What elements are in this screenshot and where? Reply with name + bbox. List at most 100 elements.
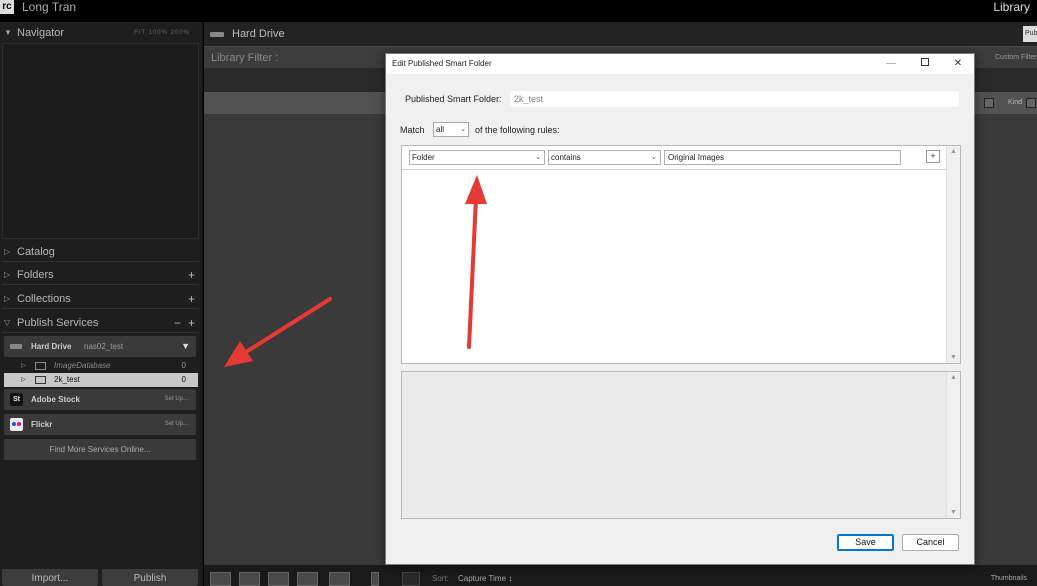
rules-preview-panel: ▲ ▼ xyxy=(401,371,961,519)
hard-drive-icon xyxy=(210,32,224,37)
flickr-service[interactable]: Flickr Set Up... xyxy=(4,414,196,435)
scroll-down-icon[interactable]: ▼ xyxy=(947,354,960,361)
setup-link[interactable]: Set Up... xyxy=(165,389,188,410)
navigator-label: Navigator xyxy=(17,27,65,39)
thumbnails-label: Thumbnails xyxy=(990,575,1027,582)
service-name: Hard Drive xyxy=(31,342,72,351)
flickr-logo-icon xyxy=(10,418,23,431)
service-name: Flickr xyxy=(31,420,53,429)
kind-label: Kind xyxy=(1007,99,1022,106)
sort-label: Sort: xyxy=(432,574,449,583)
user-name: Long Tran xyxy=(22,0,77,14)
custom-filter-dropdown[interactable]: Custom Filter xyxy=(995,47,1037,69)
people-view-icon[interactable] xyxy=(329,572,350,586)
navigator-preview xyxy=(2,43,199,239)
find-more-services-button[interactable]: Find More Services Online... xyxy=(4,439,196,460)
collapse-triangle-icon: ▷ xyxy=(4,294,11,303)
expand-triangle-icon: ▽ xyxy=(4,318,11,327)
expand-arrow-icon: ▷ xyxy=(21,363,26,369)
setup-link[interactable]: Set Up... xyxy=(165,414,188,435)
rules-scrollbar[interactable]: ▲ ▼ xyxy=(946,146,960,363)
add-collection-icon[interactable]: + xyxy=(188,289,195,309)
navigator-zoom-options[interactable]: FIT 100% 200% xyxy=(134,23,190,43)
publish-services-panel-header[interactable]: ▽ Publish Services − + xyxy=(0,313,199,333)
chevron-down-icon: ⌄ xyxy=(460,126,466,133)
rule-field-select[interactable]: Folder ⌄ xyxy=(409,150,545,165)
compare-view-icon[interactable] xyxy=(268,572,289,586)
rule-value-input[interactable]: Original Images xyxy=(664,150,901,165)
loupe-view-icon[interactable] xyxy=(239,572,260,586)
chevron-down-icon: ⌄ xyxy=(651,154,657,161)
maximize-icon xyxy=(921,58,929,67)
collections-panel-header[interactable]: ▷ Collections + xyxy=(0,289,199,309)
publish-button[interactable]: Publish xyxy=(102,569,198,586)
preview-scrollbar[interactable]: ▲ ▼ xyxy=(946,372,960,518)
minimize-icon[interactable]: — xyxy=(876,54,906,74)
catalog-label: Catalog xyxy=(17,246,55,258)
import-button[interactable]: Import... xyxy=(2,569,98,586)
grid-view-icon[interactable] xyxy=(210,572,231,586)
rule-field-value: Folder xyxy=(412,153,435,162)
filter-toggle-icon[interactable] xyxy=(984,98,994,108)
save-button[interactable]: Save xyxy=(837,534,894,551)
add-folder-icon[interactable]: + xyxy=(188,265,195,285)
adobe-stock-logo-icon: St xyxy=(10,393,23,406)
service-account: nas02_test xyxy=(84,342,124,351)
photo-count: 0 xyxy=(181,361,186,370)
spray-can-icon[interactable] xyxy=(371,572,379,586)
left-panel: ▼ Navigator FIT 100% 200% ▷ Catalog ▷ Fo… xyxy=(0,22,203,586)
sort-dropdown[interactable]: Capture Time ↕ xyxy=(458,571,512,586)
lightroom-logo: rc xyxy=(0,0,14,14)
match-label: Match xyxy=(400,125,425,135)
smart-folder-icon xyxy=(35,376,46,384)
rule-operator-value: contains xyxy=(551,153,581,162)
scroll-up-icon[interactable]: ▲ xyxy=(947,148,960,155)
remove-service-icon[interactable]: − xyxy=(174,313,181,333)
dialog-title-bar: Edit Published Smart Folder — ✕ xyxy=(386,54,974,74)
module-library-link[interactable]: Library xyxy=(993,0,1030,14)
rule-operator-select[interactable]: contains ⌄ xyxy=(548,150,661,165)
collapse-triangle-icon: ▷ xyxy=(4,270,11,279)
rule-row: Folder ⌄ contains ⌄ Original Images + xyxy=(402,146,946,170)
scroll-up-icon[interactable]: ▲ xyxy=(947,374,960,381)
service-name: Adobe Stock xyxy=(31,395,80,404)
expand-triangle-icon: ▼ xyxy=(4,28,12,37)
scroll-down-icon[interactable]: ▼ xyxy=(947,509,960,516)
survey-view-icon[interactable] xyxy=(297,572,318,586)
catalog-panel-header[interactable]: ▷ Catalog xyxy=(0,242,199,262)
cancel-button[interactable]: Cancel xyxy=(902,534,959,551)
kind-toggle-icon[interactable] xyxy=(1026,98,1036,108)
identity-plate: rc Long Tran Library xyxy=(0,0,1037,22)
header-title: Hard Drive xyxy=(232,28,285,40)
smart-folder-row[interactable]: ▷ ImageDatabase 0 xyxy=(4,359,198,373)
expand-arrow-icon: ▷ xyxy=(21,377,26,383)
photo-count: 0 xyxy=(181,375,186,384)
folders-label: Folders xyxy=(17,269,54,281)
library-filter-label: Library Filter : xyxy=(211,52,279,64)
smart-folder-name-label: Published Smart Folder: xyxy=(405,94,502,104)
publish-service-header: Hard Drive Pub xyxy=(204,22,1037,46)
adobe-stock-service[interactable]: St Adobe Stock Set Up... xyxy=(4,389,196,410)
chevron-down-icon: ⌄ xyxy=(535,154,541,161)
match-suffix-text: of the following rules: xyxy=(475,125,560,135)
add-service-icon[interactable]: + xyxy=(188,313,195,333)
smart-folder-row-selected[interactable]: ▷ 2k_test 0 xyxy=(4,373,198,387)
add-rule-button[interactable]: + xyxy=(926,150,940,163)
dialog-title: Edit Published Smart Folder xyxy=(392,59,492,68)
smart-folder-name: 2k_test xyxy=(54,375,80,384)
collapse-triangle-icon: ▷ xyxy=(4,247,11,256)
hard-drive-service-header[interactable]: Hard Drive nas02_test ▼ xyxy=(4,336,196,357)
match-select[interactable]: all ⌄ xyxy=(433,122,469,137)
folders-panel-header[interactable]: ▷ Folders + xyxy=(0,265,199,285)
sort-direction-icon[interactable] xyxy=(402,572,420,586)
edit-published-smart-folder-dialog: Edit Published Smart Folder — ✕ Publishe… xyxy=(385,53,975,565)
dropdown-triangle-icon[interactable]: ▼ xyxy=(181,336,190,357)
smart-folder-name-input[interactable] xyxy=(510,91,959,107)
publish-now-button[interactable]: Pub xyxy=(1023,26,1037,42)
close-icon[interactable]: ✕ xyxy=(943,54,973,74)
rules-list: Folder ⌄ contains ⌄ Original Images + ▲ … xyxy=(401,145,961,364)
smart-folder-icon xyxy=(35,362,46,370)
bottom-toolbar: Sort: Capture Time ↕ Thumbnails xyxy=(204,565,1037,586)
match-value: all xyxy=(436,125,445,134)
maximize-button[interactable] xyxy=(910,54,940,74)
